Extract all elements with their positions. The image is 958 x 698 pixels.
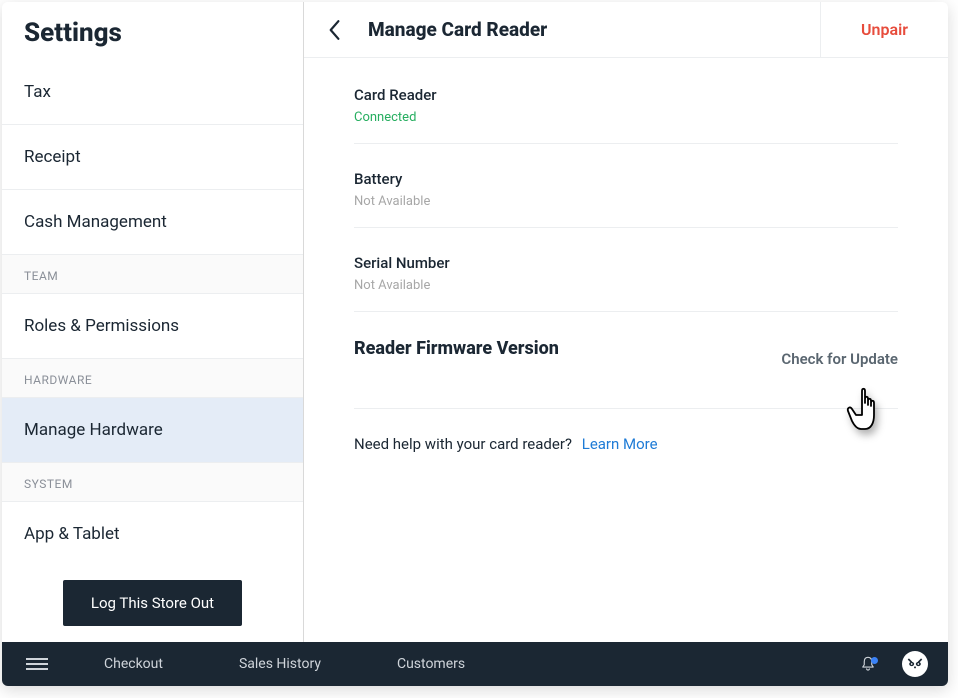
- card-reader-label: Card Reader: [354, 86, 898, 104]
- sidebar-item-tax[interactable]: Tax: [2, 60, 303, 125]
- raccoon-avatar-icon: [905, 654, 925, 674]
- card-reader-status: Connected: [354, 110, 898, 125]
- bottom-nav: Checkout Sales History Customers: [2, 642, 948, 686]
- help-text-row: Need help with your card reader? Learn M…: [354, 435, 898, 453]
- content-panel: Manage Card Reader Unpair Card Reader Co…: [304, 2, 948, 642]
- sidebar-section-system: SYSTEM: [2, 463, 303, 502]
- notifications-button[interactable]: [848, 655, 888, 673]
- nav-sales-history[interactable]: Sales History: [201, 656, 359, 672]
- serial-value: Not Available: [354, 278, 898, 293]
- firmware-label: Reader Firmware Version: [354, 338, 559, 359]
- logout-button[interactable]: Log This Store Out: [63, 580, 242, 626]
- sidebar-section-team: TEAM: [2, 255, 303, 294]
- sidebar-item-app-tablet[interactable]: App & Tablet: [2, 502, 303, 564]
- notification-badge: [871, 657, 878, 664]
- unpair-button[interactable]: Unpair: [820, 2, 948, 57]
- nav-checkout[interactable]: Checkout: [66, 656, 201, 672]
- sidebar-item-receipt[interactable]: Receipt: [2, 125, 303, 190]
- page-title: Manage Card Reader: [364, 18, 820, 41]
- check-update-button[interactable]: Check for Update: [781, 350, 898, 368]
- hamburger-menu-icon[interactable]: [16, 652, 66, 676]
- avatar[interactable]: [902, 651, 928, 677]
- settings-sidebar: Settings Tax Receipt Cash Management TEA…: [2, 2, 304, 642]
- chevron-left-icon: [327, 19, 341, 41]
- nav-customers[interactable]: Customers: [359, 656, 503, 672]
- sidebar-title: Settings: [2, 2, 303, 60]
- back-button[interactable]: [304, 19, 364, 41]
- battery-label: Battery: [354, 170, 898, 188]
- learn-more-link[interactable]: Learn More: [582, 435, 658, 453]
- sidebar-item-cash-management[interactable]: Cash Management: [2, 190, 303, 255]
- help-text: Need help with your card reader?: [354, 435, 572, 453]
- serial-label: Serial Number: [354, 254, 898, 272]
- sidebar-section-hardware: HARDWARE: [2, 359, 303, 398]
- battery-value: Not Available: [354, 194, 898, 209]
- sidebar-item-roles-permissions[interactable]: Roles & Permissions: [2, 294, 303, 359]
- sidebar-item-manage-hardware[interactable]: Manage Hardware: [2, 398, 303, 463]
